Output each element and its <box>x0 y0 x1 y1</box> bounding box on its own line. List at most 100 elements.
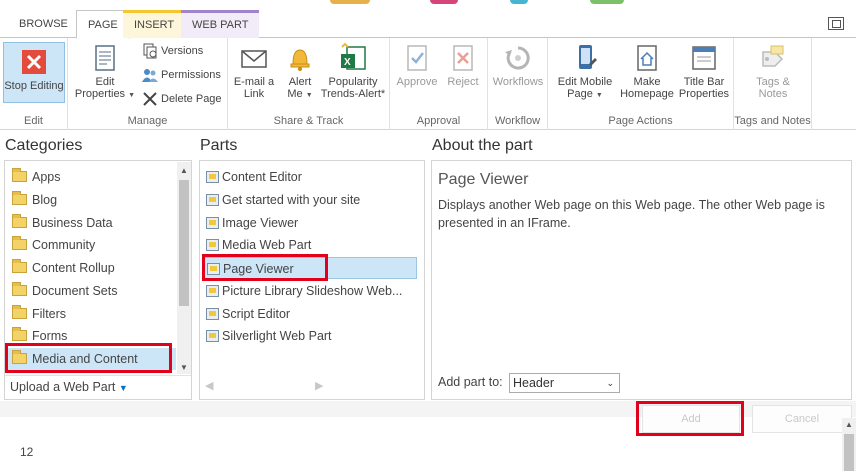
reject-label: Reject <box>447 76 479 88</box>
mobile-page-icon <box>569 42 601 74</box>
part-label: Silverlight Web Part <box>222 329 332 343</box>
folder-icon <box>12 168 27 183</box>
group-tags-notes: Tags & Notes Tags and Notes <box>734 38 812 130</box>
highlight-media-and-content <box>5 343 172 373</box>
scroll-thumb[interactable] <box>179 180 189 306</box>
web-part-icon <box>206 193 219 206</box>
scroll-down-icon[interactable]: ▼ <box>180 363 188 372</box>
versions-icon <box>142 43 158 59</box>
stop-editing-label: Stop Editing <box>4 80 64 92</box>
part-item[interactable]: Content Editor <box>206 166 302 188</box>
tab-page[interactable]: PAGE <box>76 10 130 39</box>
categories-scrollbar[interactable]: ▲ ▼ <box>177 162 191 374</box>
approve-label: Approve <box>396 76 438 88</box>
alert-me-button[interactable]: Alert Me ▼ <box>280 42 320 102</box>
popularity-trends-button[interactable]: X Popularity Trends-Alert* <box>320 42 386 100</box>
ribbon: Stop Editing Edit Edit Properties ▼ Vers… <box>0 38 856 130</box>
about-part-description: Displays another Web page on this Web pa… <box>438 198 825 230</box>
title-bar-properties-button[interactable]: Title Bar Properties <box>676 42 732 100</box>
next-page-icon[interactable]: ▶ <box>315 379 323 392</box>
part-label: Image Viewer <box>222 216 299 230</box>
part-item[interactable]: Silverlight Web Part <box>206 325 332 347</box>
about-part-heading: About the part <box>432 137 533 154</box>
part-label: Media Web Part <box>222 238 312 252</box>
edit-properties-label: Edit Properties <box>74 76 126 100</box>
edit-properties-icon <box>89 42 121 74</box>
folder-icon <box>12 259 27 274</box>
folder-icon <box>12 191 27 206</box>
reject-button[interactable]: Reject <box>442 42 484 88</box>
make-homepage-button[interactable]: Make Homepage <box>618 42 676 100</box>
web-part-icon <box>206 329 219 342</box>
tab-insert[interactable]: INSERT <box>123 10 186 38</box>
upload-web-part-label: Upload a Web Part <box>10 380 116 394</box>
tags-notes-button[interactable]: Tags & Notes <box>742 42 804 100</box>
scroll-up-icon[interactable]: ▲ <box>180 166 188 175</box>
category-item[interactable]: Blog <box>12 189 57 211</box>
home-icon <box>631 42 663 74</box>
part-item[interactable]: Image Viewer <box>206 212 298 234</box>
group-page-actions-label: Page Actions <box>608 115 673 127</box>
edit-mobile-page-button[interactable]: Edit Mobile Page ▼ <box>554 42 616 102</box>
part-item[interactable]: Media Web Part <box>206 234 311 256</box>
group-manage: Edit Properties ▼ Versions Permissions D… <box>68 38 228 130</box>
permissions-icon <box>142 67 158 83</box>
previous-page-icon[interactable]: ◀ <box>205 379 213 392</box>
folder-icon <box>12 214 27 229</box>
email-link-button[interactable]: E-mail a Link <box>232 42 276 100</box>
web-part-icon <box>206 238 219 251</box>
category-item[interactable]: Document Sets <box>12 280 117 302</box>
part-item[interactable]: Get started with your site <box>206 189 360 211</box>
category-item[interactable]: Content Rollup <box>12 257 115 279</box>
group-manage-label: Manage <box>127 115 168 127</box>
tab-browse[interactable]: BROWSE <box>8 10 79 38</box>
part-item[interactable]: Picture Library Slideshow Web... <box>206 280 402 302</box>
dropdown-arrow-icon: ▼ <box>118 383 128 393</box>
title-bar-icon <box>688 42 720 74</box>
group-workflow: Workflows Workflow <box>488 38 548 130</box>
group-edit-label: Edit <box>24 115 43 127</box>
upload-web-part-link[interactable]: Upload a Web Part ▼ <box>10 380 128 394</box>
part-label: Picture Library Slideshow Web... <box>222 284 403 298</box>
group-tags-notes-label: Tags and Notes <box>734 115 811 127</box>
versions-button[interactable]: Versions <box>142 41 203 61</box>
category-label: Document Sets <box>32 284 118 298</box>
part-label: Content Editor <box>222 170 302 184</box>
workflows-button[interactable]: Workflows <box>492 42 544 88</box>
delete-page-button[interactable]: Delete Page <box>142 89 222 109</box>
tags-icon <box>757 42 789 74</box>
folder-icon <box>12 327 27 342</box>
approve-button[interactable]: Approve <box>394 42 440 88</box>
permissions-label: Permissions <box>161 69 221 81</box>
category-item[interactable]: Business Data <box>12 212 113 234</box>
edit-properties-button[interactable]: Edit Properties ▼ <box>74 42 136 102</box>
category-item[interactable]: Filters <box>12 303 66 325</box>
category-item[interactable]: Apps <box>12 166 61 188</box>
part-item[interactable]: Script Editor <box>206 303 290 325</box>
group-approval: Approve Reject Approval <box>390 38 488 130</box>
scroll-up-icon[interactable]: ▲ <box>845 420 853 429</box>
web-part-icon <box>206 216 219 229</box>
categories-heading: Categories <box>5 137 83 154</box>
ribbon-tab-row: BROWSE PAGE INSERT WEB PART <box>0 8 856 39</box>
add-part-to-value: Header <box>513 376 554 390</box>
folder-icon <box>12 305 27 320</box>
part-label: Script Editor <box>222 307 291 321</box>
page-scrollbar[interactable]: ▲ <box>842 418 856 471</box>
reject-icon <box>447 42 479 74</box>
email-link-label: E-mail a Link <box>233 76 275 100</box>
stop-editing-button[interactable]: Stop Editing <box>3 42 65 103</box>
add-part-to-select[interactable]: Header ⌄ <box>509 373 620 393</box>
focus-on-content-icon[interactable] <box>828 17 844 30</box>
folder-icon <box>12 236 27 251</box>
delete-page-label: Delete Page <box>161 93 222 105</box>
folder-icon <box>12 282 27 297</box>
cancel-button[interactable]: Cancel <box>752 405 852 433</box>
category-item[interactable]: Community <box>12 234 95 256</box>
scroll-thumb[interactable] <box>844 434 854 471</box>
tab-web-part[interactable]: WEB PART <box>181 10 260 38</box>
permissions-button[interactable]: Permissions <box>142 65 221 85</box>
excel-trends-icon: X <box>337 42 369 74</box>
category-label: Filters <box>32 307 67 321</box>
edit-mobile-page-label: Edit Mobile Page <box>557 76 613 100</box>
